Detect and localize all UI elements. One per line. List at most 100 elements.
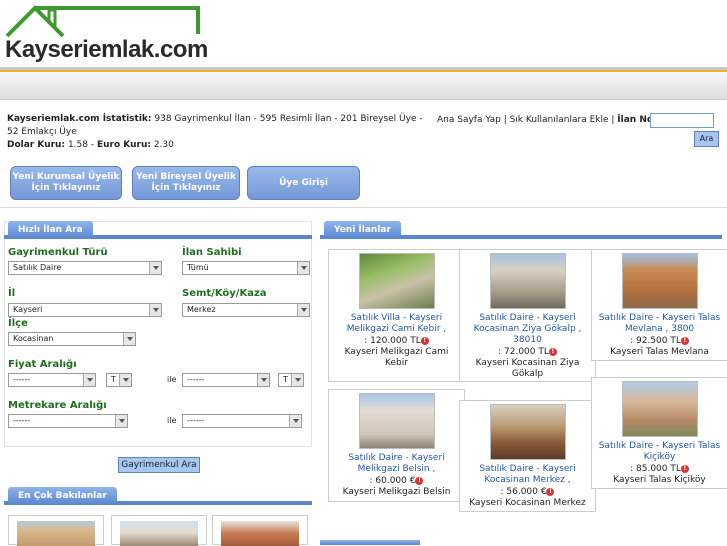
chevron-down-icon <box>257 374 269 386</box>
listing-price: : 56.000 €! <box>460 487 595 498</box>
listing-title[interactable]: Satılık Daire - Kayseri Melikgazi Belsin… <box>329 453 464 475</box>
listing-title[interactable]: Satılık Daire - Kayseri Talas Mevlana , … <box>592 313 727 335</box>
search-panel-title: Hızlı İlan Ara <box>8 221 93 239</box>
listing-photo <box>120 521 198 546</box>
listing-photo <box>489 404 566 460</box>
listing-title[interactable]: Satılık Daire - Kayseri Kocasinan Merkez… <box>460 464 595 486</box>
listing-price: : 92.500 TL! <box>592 336 727 347</box>
semt-select[interactable]: Merkez <box>182 303 310 317</box>
listing-location: Kayseri Melikgazi Cami Kebir <box>344 347 449 368</box>
listing-location: Kayseri Kocasinan Ziya Gökalp <box>475 358 580 379</box>
home-link[interactable]: Ana Sayfa Yap <box>437 115 501 125</box>
listing-card[interactable]: Satılık Daire - Kayseri Kocasinan Merkez… <box>459 400 596 512</box>
next-section-header <box>320 540 420 545</box>
listing-title[interactable]: Satılık Daire - Kayseri Kocasinan Ziya G… <box>460 313 595 346</box>
m2-min-select[interactable]: ------ <box>8 414 128 428</box>
chevron-down-icon <box>83 374 95 386</box>
il-value: Kayseri <box>13 305 43 314</box>
listing-photo <box>489 253 566 309</box>
chevron-down-icon <box>291 374 303 386</box>
listing-photo <box>621 381 698 437</box>
fiyat-max-select[interactable]: ------ <box>182 373 270 387</box>
nav-bar <box>0 72 727 100</box>
most-viewed-title: En Çok Bakılanlar <box>8 487 117 505</box>
metrekare-label: Metrekare Aralığı <box>8 400 107 411</box>
listing-photo <box>17 521 95 546</box>
gayrimenkul-value: Satılık Daire <box>13 263 62 272</box>
most-viewed-item[interactable] <box>111 515 207 546</box>
listing-location: Kayseri Kocasinan Merkez <box>469 498 586 508</box>
listing-photo <box>358 253 435 309</box>
listing-location: Kayseri Talas Mevlana <box>610 347 709 357</box>
price-value: : 60.000 € <box>369 476 416 486</box>
price-value: : 72.000 TL <box>498 347 549 357</box>
chevron-down-icon <box>149 304 161 316</box>
chevron-down-icon <box>149 262 161 274</box>
fiyat-min-select[interactable]: ------ <box>8 373 96 387</box>
kurumsal-register-button[interactable]: Yeni Kurumsal Üyelik İçin Tıklayınız <box>10 166 122 200</box>
logo-text: Kayseriemlak.com <box>5 36 208 63</box>
euro-value: 2.30 <box>153 140 174 150</box>
fiyat-min-value: ------ <box>13 375 31 384</box>
chevron-down-icon <box>297 262 309 274</box>
chevron-down-icon <box>115 415 127 427</box>
semt-value: Merkez <box>187 305 216 314</box>
listing-card[interactable]: Satılık Daire - Kayseri Kocasinan Ziya G… <box>459 249 596 382</box>
price-value: : 120.000 TL <box>364 336 421 346</box>
gayrimenkul-search-button[interactable]: Gayrimenkul Ara <box>118 457 200 473</box>
fiyat-label: Fiyat Aralığı <box>8 359 77 370</box>
listing-card[interactable]: Satılık Villa - Kayseri Melikgazi Cami K… <box>328 249 465 382</box>
most-viewed-item[interactable] <box>8 515 104 546</box>
listing-card[interactable]: Satılık Daire - Kayseri Melikgazi Belsin… <box>328 389 465 502</box>
listing-price: : 120.000 TL! <box>329 336 464 347</box>
sahibi-label: İlan Sahibi <box>182 247 242 258</box>
house-logo-icon <box>5 5 200 38</box>
listing-location: Kayseri Talas Kiçiköy <box>613 475 706 485</box>
login-button[interactable]: Üye Girişi <box>247 166 360 200</box>
m2-max-select[interactable]: ------ <box>182 414 302 428</box>
new-listings-title: Yeni İlanlar <box>324 221 401 239</box>
dolar-value: 1.58 <box>67 140 88 150</box>
top-links: Ana Sayfa Yap | Sık Kullanılanlara Ekle … <box>437 115 657 125</box>
listing-card[interactable]: Satılık Daire - Kayseri Talas Kiçiköy : … <box>591 377 727 489</box>
fiyat-max-currency[interactable]: T <box>278 373 304 387</box>
most-viewed-item[interactable] <box>212 515 308 546</box>
euro-label: Euro Kuru: <box>96 140 151 150</box>
ilce-value: Kocasinan <box>13 334 54 343</box>
ile-label: ile <box>167 375 177 384</box>
listing-card[interactable]: Satılık Daire - Kayseri Talas Mevlana , … <box>591 249 727 361</box>
listing-title[interactable]: Satılık Villa - Kayseri Melikgazi Cami K… <box>329 313 464 335</box>
currency-value: T <box>283 375 288 384</box>
site-logo[interactable]: Kayseriemlak.com <box>5 4 208 66</box>
ilce-select[interactable]: Kocasinan <box>8 332 136 346</box>
ara-button[interactable]: Ara <box>694 131 719 147</box>
currency-value: T <box>111 375 116 384</box>
listing-photo <box>358 393 435 449</box>
m2-max-value: ------ <box>187 416 205 425</box>
bireysel-register-button[interactable]: Yeni Bireysel Üyelik İçin Tıklayınız <box>132 166 240 200</box>
listing-photo <box>621 253 698 309</box>
chevron-down-icon <box>297 304 309 316</box>
price-value: : 92.500 TL <box>630 336 681 346</box>
listing-title[interactable]: Satılık Daire - Kayseri Talas Kiçiköy <box>592 441 727 463</box>
info-icon: ! <box>415 476 424 485</box>
info-icon: ! <box>420 336 429 345</box>
semt-label: Semt/Köy/Kaza <box>182 288 267 299</box>
favorites-link[interactable]: Sık Kullanılanlara Ekle <box>510 115 609 125</box>
listing-price: : 85.000 TL! <box>592 464 727 475</box>
gayrimenkul-select[interactable]: Satılık Daire <box>8 261 162 275</box>
il-select[interactable]: Kayseri <box>8 303 162 317</box>
chevron-down-icon <box>119 374 131 386</box>
ilan-no-input[interactable] <box>650 113 714 128</box>
site-statistics: Kayseriemlak.com İstatistik: 938 Gayrime… <box>7 114 423 150</box>
il-label: İl <box>8 288 16 299</box>
chevron-down-icon <box>123 333 135 345</box>
ile-label: ile <box>167 416 177 425</box>
fiyat-min-currency[interactable]: T <box>106 373 132 387</box>
dolar-label: Dolar Kuru: <box>7 140 66 150</box>
info-icon: ! <box>680 464 689 473</box>
sahibi-select[interactable]: Tümü <box>182 261 310 275</box>
ilce-label: İlçe <box>8 318 28 329</box>
info-icon: ! <box>546 487 555 496</box>
site-header: Kayseriemlak.com <box>0 0 727 72</box>
